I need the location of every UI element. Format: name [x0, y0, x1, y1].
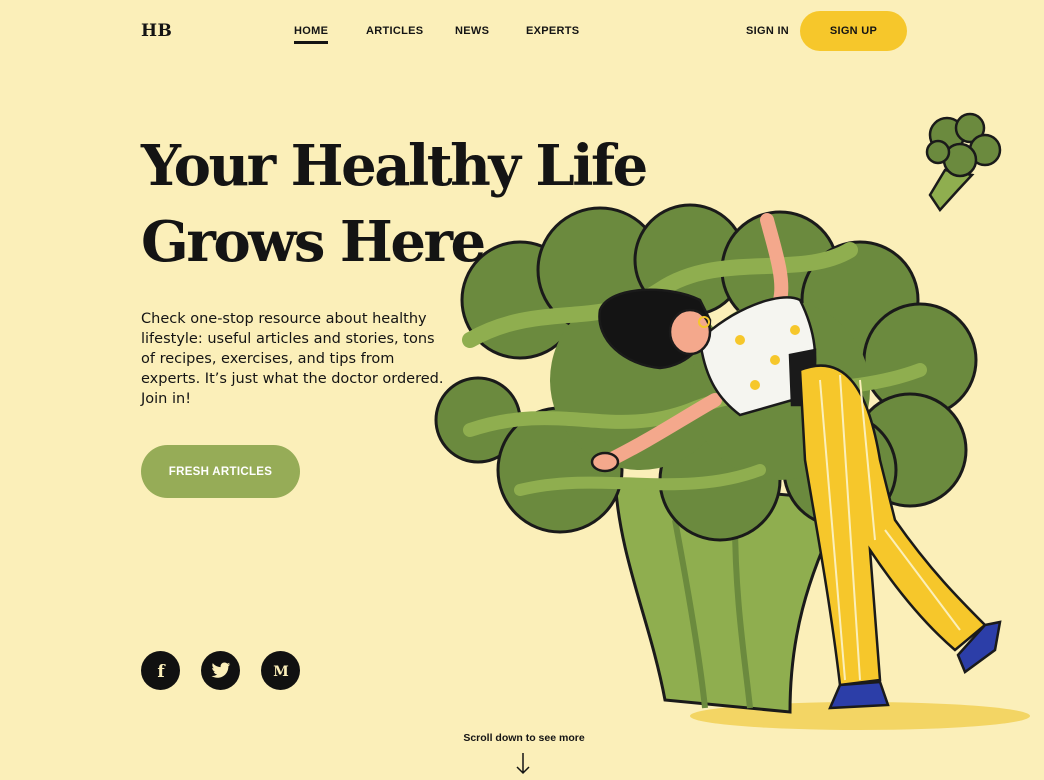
facebook-link[interactable]: f	[141, 651, 180, 690]
twitter-icon	[211, 662, 230, 678]
hero-title-line1: Your Healthy Life	[141, 133, 648, 199]
hero-title: Your Healthy Life Grows Here	[141, 128, 701, 280]
svg-text:f: f	[157, 663, 166, 679]
arrow-down-icon[interactable]	[516, 752, 530, 776]
facebook-icon: f	[157, 663, 166, 679]
svg-text:M: M	[273, 664, 289, 679]
fresh-articles-button[interactable]: FRESH ARTICLES	[141, 445, 300, 498]
medium-icon: M	[273, 664, 289, 679]
twitter-link[interactable]	[201, 651, 240, 690]
hero-title-line2: Grows Here	[141, 209, 486, 275]
hero-description: Check one-stop resource about healthy li…	[141, 311, 444, 407]
medium-link[interactable]: M	[261, 651, 300, 690]
small-broccoli-icon	[925, 112, 1002, 213]
scroll-hint: Scroll down to see more	[463, 732, 585, 744]
